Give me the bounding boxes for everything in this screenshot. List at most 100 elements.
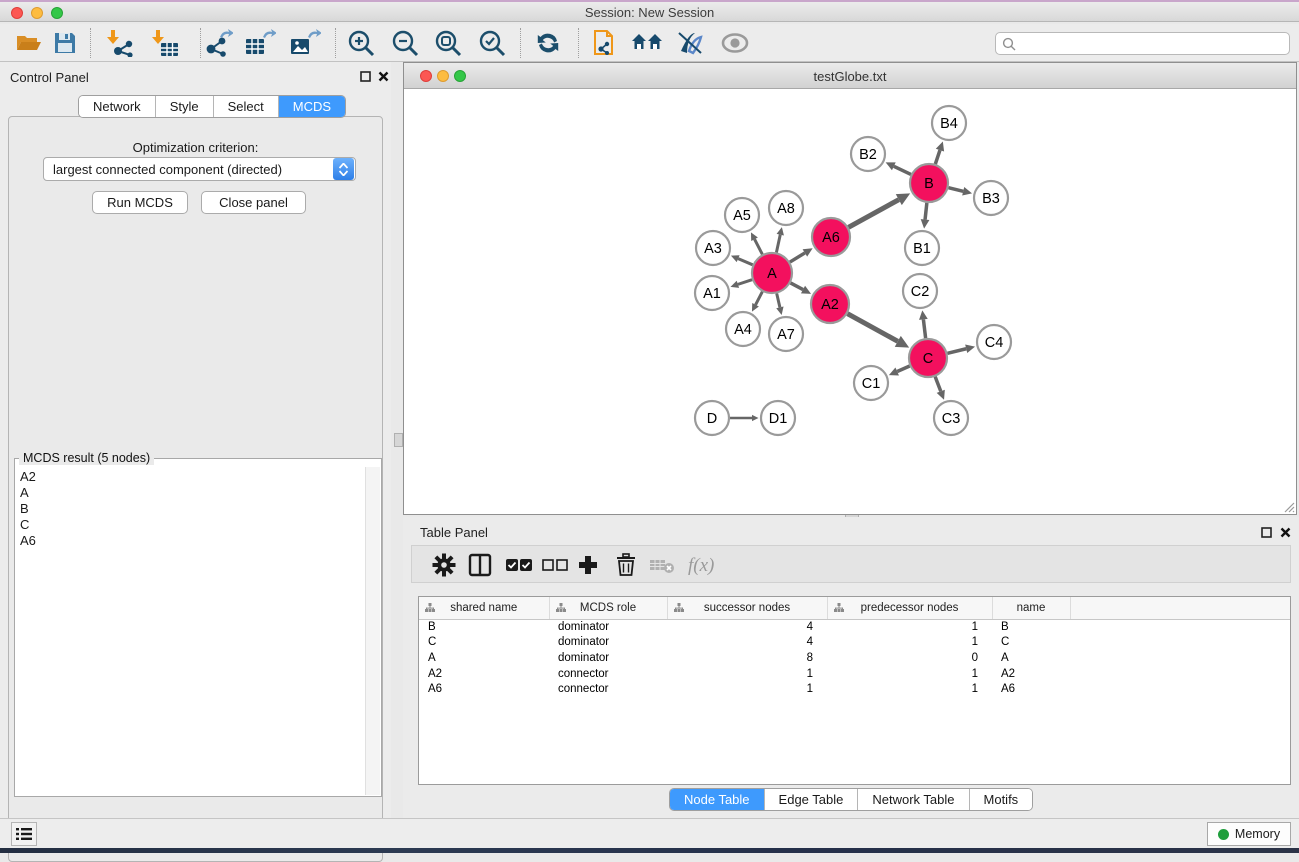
svg-text:A3: A3 [704, 241, 722, 257]
float-panel-icon[interactable] [358, 69, 373, 84]
edge-arrow [936, 141, 944, 151]
graph-node-A2[interactable]: A2 [811, 285, 849, 323]
mcds-result-item[interactable]: A [20, 485, 364, 501]
tab-select[interactable]: Select [214, 96, 279, 118]
desktop-background [0, 848, 1299, 853]
home-view-icon[interactable] [630, 27, 664, 59]
column-header-shared-name[interactable]: shared name [419, 597, 549, 619]
edge-arrow [777, 227, 784, 235]
column-header-successor-nodes[interactable]: successor nodes [667, 597, 827, 619]
graph-node-A7[interactable]: A7 [769, 317, 803, 351]
svg-text:B3: B3 [982, 191, 1000, 207]
vizmapper-icon[interactable] [673, 27, 707, 59]
zoom-in-icon[interactable] [344, 27, 378, 59]
zoom-out-icon[interactable] [388, 27, 422, 59]
graph-node-A8[interactable]: A8 [769, 191, 803, 225]
delete-column-icon[interactable] [610, 549, 642, 581]
mcds-result-item[interactable]: C [20, 517, 364, 533]
mcds-result-scrollbar[interactable] [365, 467, 380, 795]
close-panel-icon[interactable] [376, 69, 391, 84]
gear-icon[interactable] [428, 549, 460, 581]
graph-node-A3[interactable]: A3 [696, 231, 730, 265]
graph-node-A1[interactable]: A1 [695, 276, 729, 310]
table-row[interactable]: Cdominator41C [419, 635, 1291, 651]
graph-node-C1[interactable]: C1 [854, 366, 888, 400]
task-history-button[interactable] [11, 822, 37, 846]
refresh-layout-icon[interactable] [531, 27, 565, 59]
graph-node-D1[interactable]: D1 [761, 401, 795, 435]
table-row[interactable]: Adominator80A [419, 650, 1291, 666]
column-header-predecessor-nodes[interactable]: predecessor nodes [827, 597, 992, 619]
optimization-criterion-select[interactable]: largest connected component (directed) [43, 157, 356, 181]
graph-node-B1[interactable]: B1 [905, 231, 939, 265]
open-session-icon[interactable] [12, 27, 46, 59]
tab-network-table[interactable]: Network Table [858, 789, 969, 811]
import-table-icon[interactable] [148, 27, 182, 59]
tab-edge-table[interactable]: Edge Table [765, 789, 859, 811]
mcds-result-list[interactable]: A2ABCA6 [16, 467, 364, 795]
zoom-fit-icon[interactable] [431, 27, 465, 59]
network-window-titlebar[interactable]: testGlobe.txt [404, 63, 1296, 89]
search-input[interactable] [995, 32, 1290, 55]
graph-node-B[interactable]: B [910, 164, 948, 202]
graph-node-A[interactable]: A [752, 253, 792, 293]
mcds-result-item[interactable]: A6 [20, 533, 364, 549]
table-row[interactable]: A2connector11A2 [419, 666, 1291, 682]
tab-network[interactable]: Network [79, 96, 156, 118]
mcds-result-box: MCDS result (5 nodes) A2ABCA6 [14, 458, 382, 797]
export-table-icon[interactable] [243, 27, 277, 59]
function-builder-icon[interactable]: f(x) [684, 549, 728, 581]
edge-arrow [962, 187, 972, 196]
table-row[interactable]: A6connector11A6 [419, 681, 1291, 697]
graph-node-B2[interactable]: B2 [851, 137, 885, 171]
tab-style[interactable]: Style [156, 96, 214, 118]
close-panel-button[interactable]: Close panel [201, 191, 306, 214]
export-network-icon[interactable] [201, 27, 235, 59]
column-header-MCDS-role[interactable]: MCDS role [549, 597, 667, 619]
graph-node-C[interactable]: C [909, 339, 947, 377]
show-hide-icon[interactable] [718, 27, 752, 59]
delete-table-icon[interactable] [646, 549, 678, 581]
mcds-result-item[interactable]: B [20, 501, 364, 517]
add-column-icon[interactable] [572, 549, 604, 581]
graph-node-B3[interactable]: B3 [974, 181, 1008, 215]
svg-text:C1: C1 [862, 376, 881, 392]
export-image-icon[interactable] [288, 27, 322, 59]
zoom-selected-icon[interactable] [475, 27, 509, 59]
mcds-result-item[interactable]: A2 [20, 469, 364, 485]
graph-node-C4[interactable]: C4 [977, 325, 1011, 359]
graph-node-A5[interactable]: A5 [725, 198, 759, 232]
graph-node-A4[interactable]: A4 [726, 312, 760, 346]
network-window-title: testGlobe.txt [404, 69, 1296, 84]
table-close-icon[interactable] [1278, 525, 1293, 540]
select-all-icon[interactable] [503, 549, 535, 581]
vertical-splitter-grip[interactable] [394, 433, 403, 447]
svg-text:A: A [767, 266, 777, 282]
graph-node-C2[interactable]: C2 [903, 274, 937, 308]
svg-text:B: B [924, 176, 934, 192]
graph-node-C3[interactable]: C3 [934, 401, 968, 435]
svg-text:f(x): f(x) [688, 555, 714, 576]
tab-motifs[interactable]: Motifs [970, 789, 1033, 811]
control-panel: Control Panel NetworkStyleSelectMCDS Opt… [0, 62, 391, 818]
table-row[interactable]: Bdominator41B [419, 619, 1291, 635]
save-session-icon[interactable] [48, 27, 82, 59]
columns-icon[interactable] [464, 549, 496, 581]
memory-button[interactable]: Memory [1207, 822, 1291, 846]
control-panel-tabs: NetworkStyleSelectMCDS [78, 95, 346, 118]
tab-mcds[interactable]: MCDS [279, 96, 345, 118]
graph-node-A6[interactable]: A6 [812, 218, 850, 256]
graph-node-D[interactable]: D [695, 401, 729, 435]
run-mcds-button[interactable]: Run MCDS [92, 191, 188, 214]
tab-node-table[interactable]: Node Table [670, 789, 765, 811]
graph-node-B4[interactable]: B4 [932, 106, 966, 140]
network-graph[interactable]: A A1 A2 A3 A4 A5 A6 A7 A8 B B1 B2 B3 B4 C C1 C2 C3 C4 D D1 [405, 90, 1295, 514]
table-float-icon[interactable] [1259, 525, 1274, 540]
import-network-icon[interactable] [103, 27, 137, 59]
column-header-name[interactable]: name [992, 597, 1070, 619]
clone-network-icon[interactable] [588, 27, 622, 59]
toolbar-separator [520, 28, 521, 58]
resize-grip-icon[interactable] [1281, 499, 1295, 513]
deselect-all-icon[interactable] [539, 549, 571, 581]
node-table[interactable]: shared nameMCDS rolesuccessor nodesprede… [418, 596, 1291, 785]
